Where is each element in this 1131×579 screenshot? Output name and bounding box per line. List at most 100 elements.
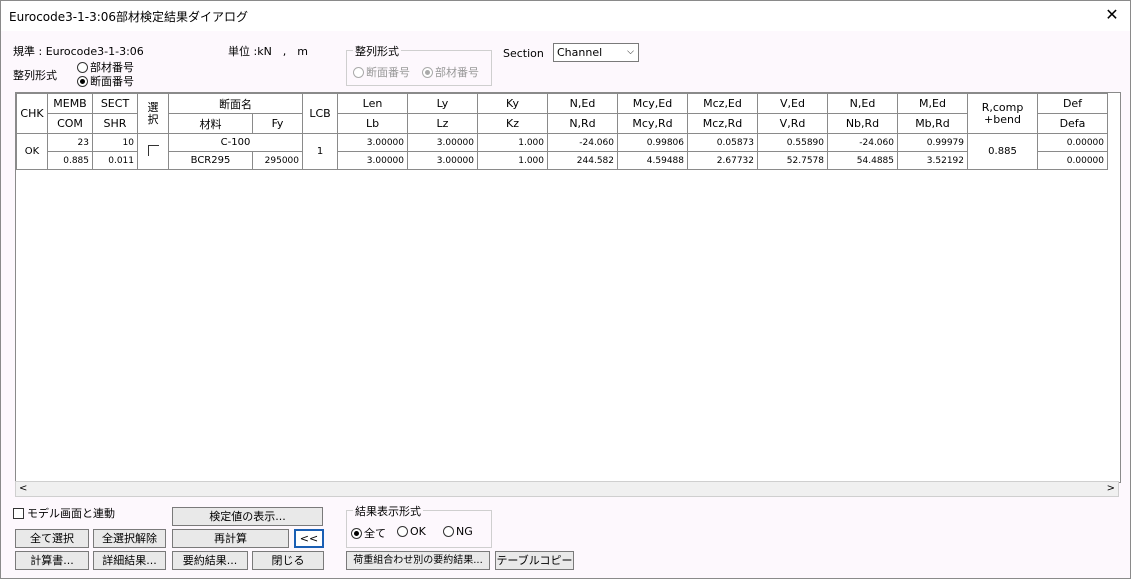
result-grid: CHK MEMB SECT 選択 断面名 LCB Len Ly Ky N,Ed … <box>16 93 1108 170</box>
col-select[interactable]: 選択 <box>137 93 169 134</box>
cell-mb-rd: 3.52192 <box>897 151 968 170</box>
unit-label: 単位 :kN , m <box>228 45 309 58</box>
cell-mcy-rd: 4.59488 <box>617 151 688 170</box>
cell-mcz-rd: 2.67732 <box>687 151 758 170</box>
col-section-name[interactable]: 断面名 <box>168 93 303 114</box>
col-mcy-ed[interactable]: Mcy,Ed <box>617 93 688 114</box>
close-icon[interactable]: ✕ <box>1102 5 1122 25</box>
col-v-rd[interactable]: V,Rd <box>757 113 828 134</box>
cell-memb: 23 <box>47 133 93 152</box>
col-sect[interactable]: SECT <box>92 93 138 114</box>
section-select[interactable]: Channel ⌵ <box>553 43 639 62</box>
detail-result-button[interactable]: 詳細結果... <box>93 551 166 570</box>
cell-lb: 3.00000 <box>337 151 408 170</box>
cell-nb-rd: 54.4885 <box>827 151 898 170</box>
col-shr[interactable]: SHR <box>92 113 138 134</box>
cell-select[interactable] <box>137 133 169 170</box>
show-values-button[interactable]: 検定値の表示... <box>172 507 323 526</box>
chevron-down-icon: ⌵ <box>627 47 634 57</box>
table-row[interactable]: 0.885 0.011 BCR295 295000 3.00000 3.0000… <box>17 151 1108 170</box>
sort-group-radio-member: 部材番号 <box>422 64 479 80</box>
cell-defa: 0.00000 <box>1037 151 1108 170</box>
calc-sheet-button[interactable]: 計算書... <box>15 551 89 570</box>
cell-lcb: 1 <box>302 133 338 170</box>
col-n-ed-2[interactable]: N,Ed <box>827 93 898 114</box>
cell-n-ed-2: -24.060 <box>827 133 898 152</box>
cell-mcy-ed: 0.99806 <box>617 133 688 152</box>
cell-ky: 1.000 <box>477 133 548 152</box>
col-memb[interactable]: MEMB <box>47 93 93 114</box>
col-r-comp-bend[interactable]: R,comp +bend <box>967 93 1038 134</box>
col-fy[interactable]: Fy <box>252 113 303 134</box>
col-n-ed[interactable]: N,Ed <box>547 93 618 114</box>
cell-material: BCR295 <box>168 151 253 170</box>
col-material[interactable]: 材料 <box>168 113 253 134</box>
col-mb-rd[interactable]: Mb,Rd <box>897 113 968 134</box>
close-button[interactable]: 閉じる <box>252 551 324 570</box>
result-radio-ok[interactable]: OK <box>397 525 426 538</box>
collapse-button[interactable]: << <box>294 529 324 548</box>
summary-result-button[interactable]: 要約結果... <box>172 551 248 570</box>
horizontal-scrollbar[interactable]: < > <box>15 481 1119 497</box>
link-model-checkbox[interactable]: モデル画面と連動 <box>13 505 115 521</box>
scroll-right-icon[interactable]: > <box>1107 482 1115 496</box>
dialog-client: 規準 : Eurocode3-1-3:06 単位 :kN , m 整列形式 部材… <box>1 31 1130 578</box>
col-ky[interactable]: Ky <box>477 93 548 114</box>
radio-icon <box>397 526 408 537</box>
col-ly[interactable]: Ly <box>407 93 478 114</box>
radio-selected-icon <box>351 528 362 539</box>
result-format-group: 結果表示形式 全て OK NG <box>346 503 492 548</box>
col-len[interactable]: Len <box>337 93 408 114</box>
checkbox-icon <box>13 508 24 519</box>
table-row[interactable]: OK 23 10 C-100 1 3.00000 3.00000 1.000 -… <box>16 133 1108 170</box>
result-radio-all[interactable]: 全て <box>351 525 386 541</box>
col-m-ed[interactable]: M,Ed <box>897 93 968 114</box>
col-lcb[interactable]: LCB <box>302 93 338 134</box>
col-lz[interactable]: Lz <box>407 113 478 134</box>
cell-sect: 10 <box>92 133 138 152</box>
sort-label: 整列形式 <box>13 69 57 82</box>
cell-chk: OK <box>16 133 48 170</box>
sort-group-disabled: 整列形式 断面番号 部材番号 <box>346 43 492 86</box>
standard-label: 規準 : Eurocode3-1-3:06 <box>13 45 144 58</box>
col-com[interactable]: COM <box>47 113 93 134</box>
cell-mcz-ed: 0.05873 <box>687 133 758 152</box>
col-v-ed[interactable]: V,Ed <box>757 93 828 114</box>
cell-shr: 0.011 <box>92 151 138 170</box>
radio-selected-icon <box>77 76 88 87</box>
recalc-button[interactable]: 再計算 <box>172 529 289 548</box>
deselect-all-button[interactable]: 全選択解除 <box>93 529 166 548</box>
radio-icon <box>443 526 454 537</box>
col-n-rd[interactable]: N,Rd <box>547 113 618 134</box>
cell-kz: 1.000 <box>477 151 548 170</box>
cell-len: 3.00000 <box>337 133 408 152</box>
cell-n-rd: 244.582 <box>547 151 618 170</box>
col-def[interactable]: Def <box>1037 93 1108 114</box>
section-label: Section <box>503 47 544 60</box>
load-comb-summary-button[interactable]: 荷重組合わせ別の要約結果... <box>346 551 490 570</box>
col-kz[interactable]: Kz <box>477 113 548 134</box>
col-mcz-rd[interactable]: Mcz,Rd <box>687 113 758 134</box>
sort-radio-section[interactable]: 断面番号 <box>77 73 134 89</box>
cell-com: 0.885 <box>47 151 93 170</box>
col-defa[interactable]: Defa <box>1037 113 1108 134</box>
select-all-button[interactable]: 全て選択 <box>15 529 89 548</box>
radio-icon <box>353 67 364 78</box>
col-chk[interactable]: CHK <box>16 93 48 134</box>
section-select-value: Channel <box>557 46 603 59</box>
dialog-window: Eurocode3-1-3:06部材検定結果ダイアログ ✕ 規準 : Euroc… <box>0 0 1131 579</box>
radio-selected-icon <box>422 67 433 78</box>
col-mcz-ed[interactable]: Mcz,Ed <box>687 93 758 114</box>
col-mcy-rd[interactable]: Mcy,Rd <box>617 113 688 134</box>
cell-v-ed: 0.55890 <box>757 133 828 152</box>
cell-r-comp: 0.885 <box>967 133 1038 170</box>
cell-section-name: C-100 <box>168 133 303 152</box>
result-table: CHK MEMB SECT 選択 断面名 LCB Len Ly Ky N,Ed … <box>15 92 1121 483</box>
select-checkbox-icon[interactable] <box>147 144 159 156</box>
col-lb[interactable]: Lb <box>337 113 408 134</box>
table-copy-button[interactable]: テーブルコピー <box>495 551 574 570</box>
cell-m-ed: 0.99979 <box>897 133 968 152</box>
col-nb-rd[interactable]: Nb,Rd <box>827 113 898 134</box>
scroll-left-icon[interactable]: < <box>19 482 27 496</box>
result-radio-ng[interactable]: NG <box>443 525 473 538</box>
